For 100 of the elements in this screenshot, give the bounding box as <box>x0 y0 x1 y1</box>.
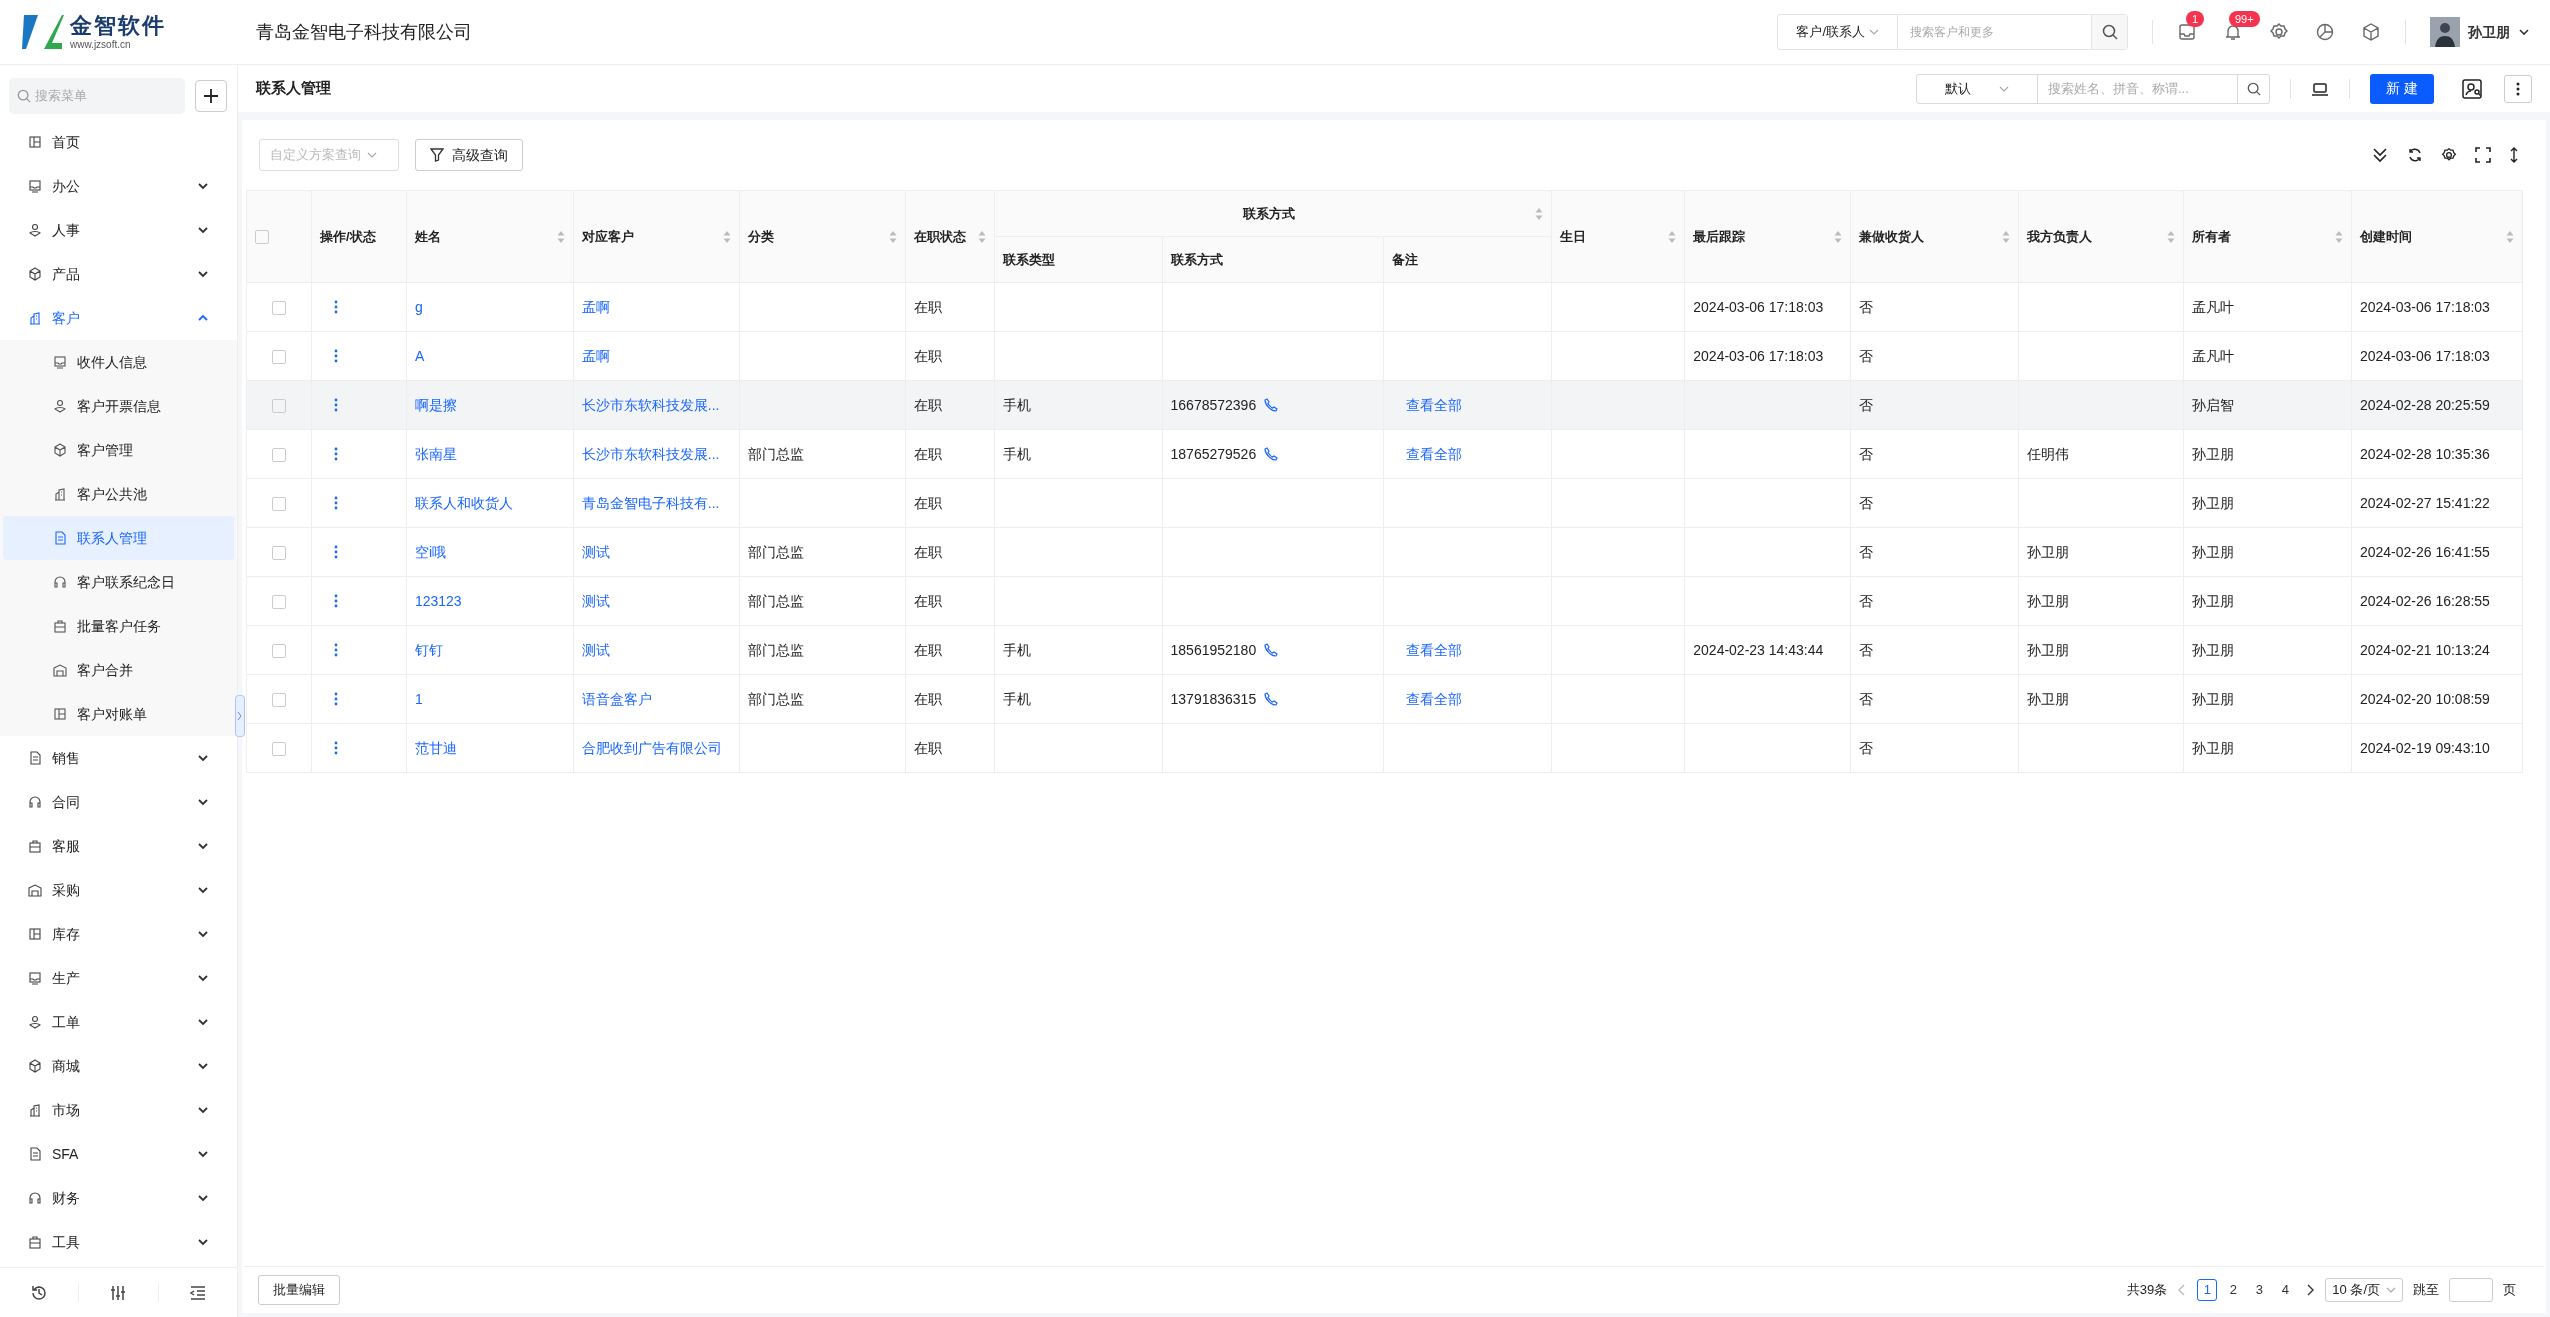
table-row[interactable]: 1 语音盒客户 部门总监 在职 手机 13791836315 查看全部 否 孙卫朋 孙卫朋 2024-02-20 10:08:59 <box>246 674 2523 724</box>
submenu-item[interactable]: 客户管理 <box>3 428 234 472</box>
table-link[interactable]: 张南星 <box>414 445 457 462</box>
row-checkbox[interactable] <box>271 496 286 511</box>
chevron-down-icon[interactable] <box>197 752 209 764</box>
menu-item[interactable]: 销售 <box>0 736 237 780</box>
add-button[interactable] <box>195 80 227 112</box>
chevron-down-icon[interactable] <box>197 796 209 808</box>
contact-search-icon[interactable] <box>2460 76 2484 101</box>
menu-item[interactable]: 生产 <box>0 956 237 1000</box>
row-checkbox[interactable] <box>271 692 286 707</box>
page-button[interactable]: 2 <box>2223 1279 2244 1301</box>
table-link[interactable]: g <box>414 298 423 315</box>
table-link[interactable]: A <box>414 347 425 364</box>
submenu-item[interactable]: 客户开票信息 <box>3 384 234 428</box>
table-link[interactable]: 孟啊 <box>581 347 610 364</box>
row-checkbox[interactable] <box>271 741 286 756</box>
menu-item[interactable]: 工单 <box>0 1000 237 1044</box>
new-button[interactable]: 新 建 <box>2370 73 2434 104</box>
menu-item[interactable]: 市场 <box>0 1088 237 1132</box>
inbox-icon[interactable] <box>2177 22 2197 42</box>
chevron-down-icon[interactable] <box>197 1192 209 1204</box>
global-search[interactable]: 客户/联系人 搜索客户和更多 <box>1777 14 2128 50</box>
double-chevron-down-icon[interactable] <box>2371 146 2389 164</box>
page-size-select[interactable]: 10 条/页 <box>2325 1278 2403 1302</box>
pie-chart-icon[interactable] <box>2315 22 2335 42</box>
table-row[interactable]: 联系人和收货人 青岛金智电子科技有... 在职 否 孙卫朋 2024-02-27 15:41:22 <box>246 478 2523 528</box>
jump-input[interactable] <box>2449 1278 2493 1302</box>
next-page-icon[interactable] <box>2305 1284 2316 1296</box>
menu-item[interactable]: 首页 <box>0 120 237 164</box>
table-link[interactable]: 空i哦 <box>414 543 446 560</box>
table-row[interactable]: 啊是擦 长沙市东软科技发展... 在职 手机 16678572396 查看全部 否 孙启智 2024-02-28 20:25:59 <box>246 380 2523 430</box>
table-row[interactable]: 123123 测试 部门总监 在职 否 孙卫朋 孙卫朋 2024-02-26 16:28:55 <box>246 576 2523 626</box>
search-icon[interactable] <box>2101 24 2118 40</box>
menu-item[interactable]: 客户 <box>0 296 237 340</box>
menu-item[interactable]: 财务 <box>0 1176 237 1220</box>
cube-icon[interactable] <box>2361 22 2381 42</box>
phone-icon[interactable] <box>1264 398 1279 412</box>
collapse-menu-icon[interactable] <box>188 1283 207 1302</box>
table-link[interactable]: 测试 <box>581 641 610 658</box>
menu-item[interactable]: SFA <box>0 1132 237 1176</box>
chevron-down-icon[interactable] <box>197 928 209 940</box>
submenu-item[interactable]: 客户联系纪念日 <box>3 560 234 604</box>
column-header[interactable]: 在职状态 <box>913 226 986 247</box>
row-checkbox[interactable] <box>271 300 286 315</box>
user-menu[interactable]: 孙卫朋 <box>2430 17 2530 47</box>
submenu-item[interactable]: 客户公共池 <box>3 472 234 516</box>
row-checkbox[interactable] <box>271 398 286 413</box>
chevron-down-icon[interactable] <box>197 1016 209 1028</box>
table-row[interactable]: g 孟啊 在职 2024-03-06 17:18:03 否 孟凡叶 2024-03-06 17:18:03 <box>246 282 2523 332</box>
more-icon[interactable] <box>333 692 338 706</box>
settings-icon[interactable] <box>2441 147 2457 163</box>
view-all-link[interactable]: 查看全部 <box>1406 396 1463 413</box>
menu-item[interactable]: 工具 <box>0 1220 237 1264</box>
table-link[interactable]: 啊是擦 <box>414 396 457 413</box>
table-link[interactable]: 范甘迪 <box>414 739 457 756</box>
chevron-down-icon[interactable] <box>197 1060 209 1072</box>
refresh-icon[interactable] <box>2407 147 2423 163</box>
submenu-item[interactable]: 收件人信息 <box>3 340 234 384</box>
more-icon[interactable] <box>333 643 338 657</box>
table-link[interactable]: 语音盒客户 <box>581 690 652 707</box>
chevron-down-icon[interactable] <box>197 1148 209 1160</box>
menu-item[interactable]: 产品 <box>0 252 237 296</box>
row-checkbox[interactable] <box>271 643 286 658</box>
row-checkbox[interactable] <box>271 447 286 462</box>
history-icon[interactable] <box>30 1283 49 1302</box>
table-link[interactable]: 123123 <box>414 592 462 609</box>
chevron-down-icon[interactable] <box>197 1236 209 1248</box>
menu-item[interactable]: 采购 <box>0 868 237 912</box>
sliders-icon[interactable] <box>109 1283 128 1302</box>
column-header[interactable]: 操作/状态 <box>319 226 398 247</box>
column-header[interactable]: 生日 <box>1560 226 1677 247</box>
view-all-link[interactable]: 查看全部 <box>1406 690 1463 707</box>
submenu-item[interactable]: 客户合并 <box>3 648 234 692</box>
menu-item[interactable]: 合同 <box>0 780 237 824</box>
menu-item[interactable]: 商城 <box>0 1044 237 1088</box>
search-scope-select[interactable]: 客户/联系人 <box>1778 15 1897 49</box>
menu-item[interactable]: 办公 <box>0 164 237 208</box>
row-checkbox[interactable] <box>271 594 286 609</box>
table-row[interactable]: 张南星 长沙市东软科技发展... 部门总监 在职 手机 18765279526 查看全部 否 任明伟 孙卫朋 2024-02-28 10:35:36 <box>246 429 2523 479</box>
chevron-down-icon[interactable] <box>197 972 209 984</box>
chevron-down-icon[interactable] <box>197 224 209 236</box>
chevron-down-icon[interactable] <box>197 840 209 852</box>
row-checkbox[interactable] <box>271 349 286 364</box>
table-link[interactable]: 测试 <box>581 543 610 560</box>
fullscreen-icon[interactable] <box>2475 147 2491 163</box>
table-link[interactable]: 孟啊 <box>581 298 610 315</box>
more-icon[interactable] <box>333 300 338 314</box>
expand-handle[interactable] <box>235 695 245 737</box>
submenu-item[interactable]: 客户对账单 <box>3 692 234 736</box>
more-icon[interactable] <box>333 398 338 412</box>
view-all-link[interactable]: 查看全部 <box>1406 641 1463 658</box>
chevron-down-icon[interactable] <box>197 884 209 896</box>
phone-icon[interactable] <box>1264 643 1279 657</box>
advanced-search-button[interactable]: 高级查询 <box>415 139 523 171</box>
menu-item[interactable]: 客服 <box>0 824 237 868</box>
page-button[interactable]: 3 <box>2249 1279 2270 1301</box>
table-row[interactable]: 空i哦 测试 部门总监 在职 否 孙卫朋 孙卫朋 2024-02-26 16:41:55 <box>246 527 2523 577</box>
page-button[interactable]: 4 <box>2275 1279 2296 1301</box>
menu-item[interactable]: 库存 <box>0 912 237 956</box>
